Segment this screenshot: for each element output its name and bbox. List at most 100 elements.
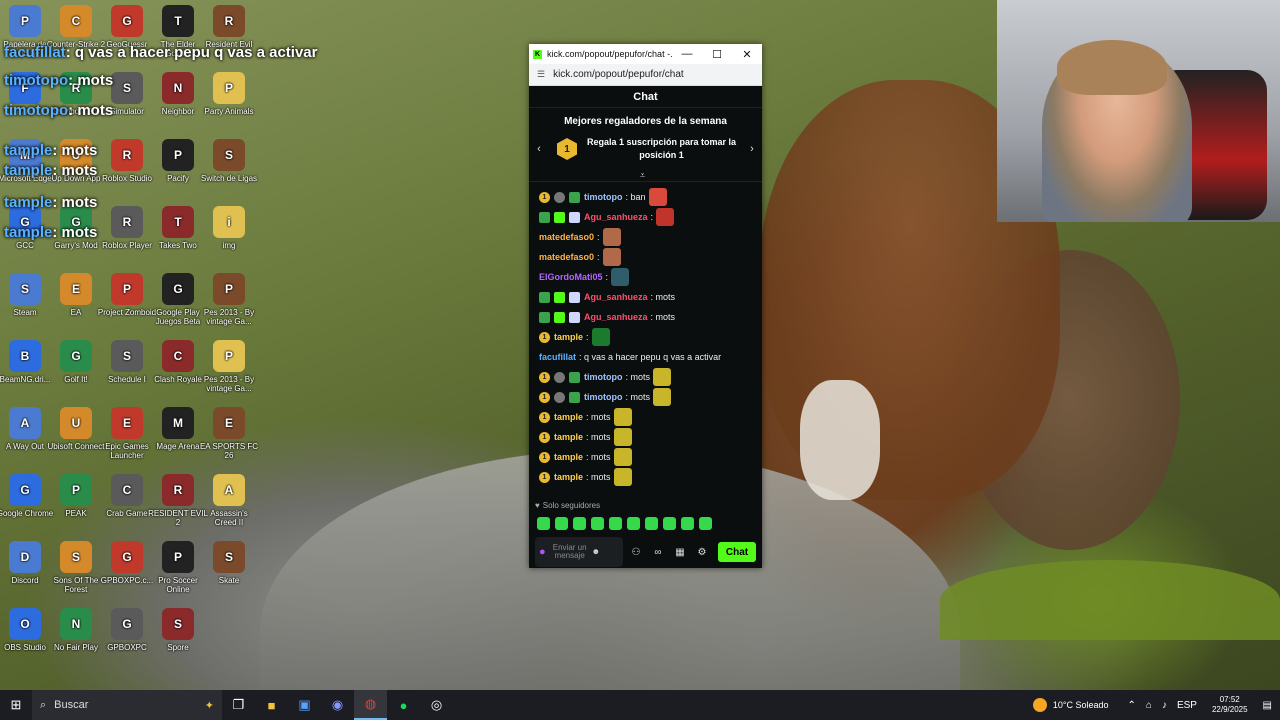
weather-widget[interactable]: 10°C Soleado [1032, 698, 1109, 712]
chat-message[interactable]: Agu_sanhueza: mots [539, 287, 752, 307]
send-chat-button[interactable]: Chat [718, 542, 756, 562]
emote-button[interactable] [627, 516, 640, 530]
overlay-message: facufillat: q vas a hacer pepu q vas a a… [4, 44, 317, 61]
chat-username[interactable]: facufillat [539, 352, 576, 362]
chat-message[interactable]: Agu_sanhueza: mots [539, 307, 752, 327]
discord-app-icon[interactable]: ◉ [321, 690, 354, 720]
chat-message[interactable]: 1 timotopo: ban [539, 187, 752, 207]
desktop-icon[interactable]: P Party Animals [199, 72, 259, 116]
chat-message[interactable]: 1 tample: mots [539, 427, 752, 447]
chevron-left-icon[interactable]: ‹ [533, 143, 545, 155]
app-icon: G [111, 5, 143, 37]
clock-date: 22/9/2025 [1211, 705, 1248, 714]
chat-username[interactable]: matedefaso0 [539, 232, 594, 242]
chat-username[interactable]: Agu_sanhueza [584, 212, 648, 222]
chat-username[interactable]: tample [554, 332, 583, 342]
chat-username[interactable]: tample [554, 432, 583, 442]
desktop-icon[interactable]: A Assassin's Creed II [199, 474, 259, 527]
emote-button[interactable] [699, 516, 712, 530]
chevron-right-icon[interactable]: › [746, 143, 758, 155]
chat-username[interactable]: tample [554, 452, 583, 462]
chat-message[interactable]: 1 tample: mots [539, 407, 752, 427]
infinity-icon[interactable]: ∞ [649, 547, 667, 558]
emote-button[interactable] [591, 516, 604, 530]
emote-button[interactable] [573, 516, 586, 530]
taskbar-search[interactable]: ⌕ Buscar ✦ [32, 690, 222, 720]
window-title: kick.com/popout/pepufor/chat -... [547, 49, 672, 59]
desktop-icon[interactable]: S Skate [199, 541, 259, 585]
collapse-pinned-icon[interactable]: ⩡ [640, 170, 645, 181]
obs-app-icon[interactable]: ◎ [420, 690, 453, 720]
gear-icon[interactable]: ⚙ [693, 547, 711, 558]
desktop-icon[interactable]: P Pes 2013 - By vintage Ga... [199, 273, 259, 326]
network-icon[interactable]: ⌂ [1146, 700, 1152, 711]
badge-icon [539, 311, 550, 323]
site-settings-icon[interactable]: ☰ [537, 69, 545, 80]
volume-icon[interactable]: ♪ [1162, 700, 1167, 711]
chrome-app-icon[interactable]: ◍ [354, 690, 387, 720]
chevron-up-icon[interactable]: ⌃ [1128, 700, 1136, 711]
badge-icon [569, 371, 580, 383]
lang-indicator[interactable]: ESP [1177, 700, 1197, 711]
app-icon: S [111, 340, 143, 372]
chat-username[interactable]: tample [554, 412, 583, 422]
app-icon: G [162, 273, 194, 305]
emoji-icon[interactable]: ☻ [592, 548, 600, 556]
chat-message[interactable]: matedefaso0: [539, 247, 752, 267]
chat-username[interactable]: timotopo [584, 392, 623, 402]
chat-username[interactable]: ElGordoMati05 [539, 272, 603, 282]
emote-button[interactable] [645, 516, 658, 530]
chat-username[interactable]: timotopo [584, 192, 623, 202]
chat-username[interactable]: tample [554, 472, 583, 482]
chat-message[interactable]: Agu_sanhueza: [539, 207, 752, 227]
chat-message[interactable]: 1 tample: mots [539, 467, 752, 487]
maximize-button[interactable]: ☐ [702, 48, 732, 61]
chat-username[interactable]: Agu_sanhueza [584, 312, 648, 322]
emote-button[interactable] [537, 516, 550, 530]
store-icon[interactable]: ▦ [671, 547, 689, 558]
notifications-icon[interactable]: ▤ [1263, 700, 1272, 711]
desktop-icon[interactable]: i img [199, 206, 259, 250]
chat-text: : ban [625, 192, 646, 202]
chat-message[interactable]: 1 tample: mots [539, 447, 752, 467]
task-view-icon[interactable]: ❐ [222, 690, 255, 720]
emote-button[interactable] [681, 516, 694, 530]
chat-message[interactable]: 1 timotopo: mots [539, 367, 752, 387]
chat-header: Chat [529, 86, 762, 108]
badge-icon [569, 391, 580, 403]
chat-message[interactable]: ElGordoMati05: [539, 267, 752, 287]
people-icon[interactable]: ⚇ [627, 547, 645, 558]
chat-input[interactable]: ● Enviar un mensaje ☻ [535, 537, 623, 567]
chat-text: : mots [650, 292, 676, 302]
desktop-icon[interactable]: E EA SPORTS FC 26 [199, 407, 259, 460]
search-highlight-icon: ✦ [204, 699, 214, 712]
chat-username[interactable]: matedefaso0 [539, 252, 594, 262]
app-icon: P [213, 273, 245, 305]
emote-button[interactable] [609, 516, 622, 530]
desktop-icon[interactable]: R Resident Evil [199, 5, 259, 49]
microphone-icon[interactable]: ● [539, 547, 546, 558]
address-bar[interactable]: ☰ kick.com/popout/pepufor/chat [529, 64, 762, 86]
file-explorer-icon[interactable]: ■ [255, 690, 288, 720]
chat-message[interactable]: matedefaso0: [539, 227, 752, 247]
desktop-icon[interactable]: P Pes 2013 - By vintage Ga... [199, 340, 259, 393]
chat-message[interactable]: 1 timotopo: mots [539, 387, 752, 407]
app-icon: S [111, 72, 143, 104]
chat-username[interactable]: Agu_sanhueza [584, 292, 648, 302]
minimize-button[interactable]: — [672, 48, 702, 60]
spotify-app-icon[interactable]: ● [387, 690, 420, 720]
clock[interactable]: 07:52 22/9/2025 [1212, 695, 1248, 715]
wallpaper-moss [940, 560, 1280, 640]
emote-button[interactable] [555, 516, 568, 530]
store-app-icon[interactable]: ▣ [288, 690, 321, 720]
close-button[interactable]: ✕ [732, 48, 762, 61]
chat-username[interactable]: timotopo [584, 372, 623, 382]
emote-icon [648, 188, 667, 206]
chat-message[interactable]: 1 tample: [539, 327, 752, 347]
emote-icon [602, 228, 621, 246]
chat-message[interactable]: facufillat: q vas a hacer pepu q vas a a… [539, 347, 752, 367]
desktop-icon[interactable]: S Switch de Ligas [199, 139, 259, 183]
windows-start-icon[interactable]: ⊞ [0, 697, 32, 713]
emote-button[interactable] [663, 516, 676, 530]
desktop-icon[interactable]: S Spore [148, 608, 208, 652]
